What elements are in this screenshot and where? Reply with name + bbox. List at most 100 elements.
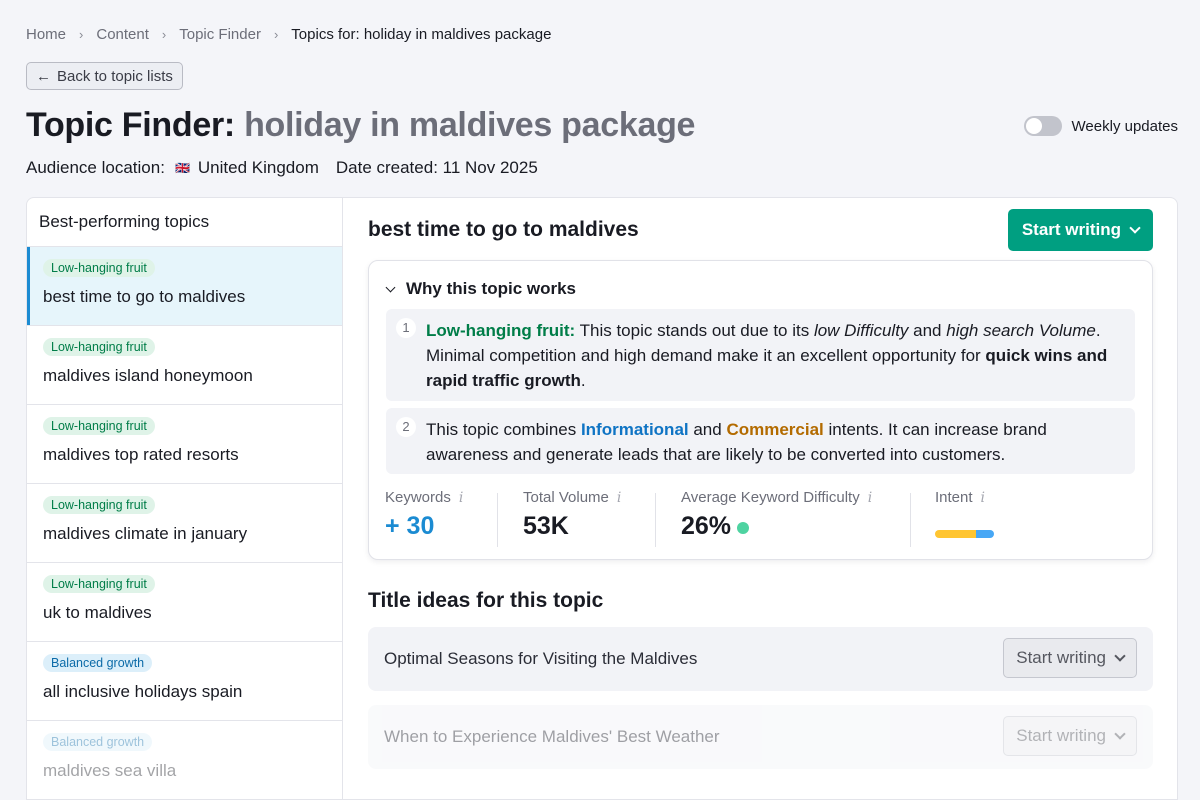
topic-name: uk to maldives [43,603,152,622]
volume-label: Total Volume [523,489,609,506]
reason-text: and [908,321,947,340]
why-topic-works-card: Why this topic works 1 Low-hanging fruit… [368,260,1153,560]
breadcrumb-home[interactable]: Home [26,26,66,43]
reason-emphasis: high search Volume [946,321,1096,340]
topic-item[interactable]: Low-hanging fruit uk to maldives [27,563,342,642]
topic-item[interactable]: Low-hanging fruit maldives climate in ja… [27,484,342,563]
reason-text: and [688,420,727,439]
breadcrumb-current: Topics for: holiday in maldives package [291,26,552,43]
topic-badge: Low-hanging fruit [43,496,155,514]
topic-item[interactable]: Balanced growth maldives sea villa [27,721,342,799]
toggle-switch[interactable] [1023,116,1062,136]
info-icon[interactable]: i [981,490,985,506]
topic-name: best time to go to maldives [43,287,246,306]
topic-name: maldives climate in january [43,524,248,543]
page-title: Topic Finder: holiday in maldives packag… [26,106,695,145]
intent-label: Intent [935,489,973,506]
topic-name: maldives top rated resorts [43,445,239,464]
topic-item[interactable]: Low-hanging fruit maldives island honeym… [27,326,342,405]
topic-item[interactable]: Balanced growth all inclusive holidays s… [27,642,342,721]
audience-label: Audience location: [26,158,165,177]
stat-divider [497,493,498,547]
topic-finder-panel: Best-performing topics Low-hanging fruit… [26,197,1178,800]
chevron-down-icon [1129,222,1141,234]
reason-label: Low-hanging fruit: [426,321,576,340]
topic-item[interactable]: Low-hanging fruit maldives top rated res… [27,405,342,484]
topic-meta: Audience location: 🇬🇧 United Kingdom Dat… [26,158,538,178]
chevron-right-icon: › [161,27,167,42]
chevron-down-icon [1114,728,1126,740]
page-title-query: holiday in maldives package [244,106,696,144]
difficulty-label: Average Keyword Difficulty [681,489,860,506]
topic-name: maldives island honeymoon [43,366,253,385]
why-heading: Why this topic works [406,279,577,298]
start-writing-button[interactable]: Start writing [1007,209,1153,251]
start-writing-label: Start writing [1016,648,1106,667]
weekly-updates-label: Weekly updates [1071,117,1178,135]
reason-item: 2 This topic combines Informational and … [386,408,1135,474]
topic-badge: Low-hanging fruit [43,338,155,356]
breadcrumb-topic-finder[interactable]: Topic Finder [179,26,261,43]
intent-informational-segment [976,530,994,538]
info-icon[interactable]: i [617,490,621,506]
toggle-knob [1025,118,1042,134]
intent-stat: Intent i [935,489,994,545]
chevron-right-icon: › [273,27,279,42]
title-idea-row: When to Experience Maldives' Best Weathe… [368,705,1153,769]
reason-number: 1 [396,318,416,338]
reason-text: This topic stands out due to its [575,321,814,340]
reason-item: 1 Low-hanging fruit: This topic stands o… [386,309,1135,401]
start-writing-label: Start writing [1021,220,1121,239]
volume-value: 53K [523,512,569,540]
topic-badge: Balanced growth [43,654,153,672]
chevron-right-icon: › [79,27,84,42]
start-writing-button[interactable]: Start writing [1003,638,1137,678]
title-idea-row: Optimal Seasons for Visiting the Maldive… [368,627,1153,691]
topic-detail: best time to go to maldives Start writin… [343,198,1177,799]
title-idea-text: When to Experience Maldives' Best Weathe… [384,727,720,746]
start-writing-button[interactable]: Start writing [1003,716,1137,756]
topic-badge: Low-hanging fruit [43,417,155,435]
keywords-stat: Keywords i + 30 [385,489,463,545]
intent-commercial-segment [935,530,977,538]
page-title-prefix: Topic Finder: [26,106,235,144]
uk-flag-icon: 🇬🇧 [174,161,190,175]
keywords-label: Keywords [385,489,451,506]
chevron-down-icon [1114,650,1126,662]
chevron-down-icon [385,282,396,292]
keywords-value[interactable]: + 30 [385,512,463,541]
reason-text: . [580,371,586,390]
back-button-label: Back to topic lists [57,67,173,85]
back-to-topic-lists-button[interactable]: ← Back to topic lists [26,62,183,90]
difficulty-value: 26% [681,512,732,540]
stat-divider [910,493,911,547]
why-topic-works-toggle[interactable]: Why this topic works [385,279,577,299]
topic-badge: Balanced growth [43,733,153,751]
info-icon[interactable]: i [868,490,872,506]
date-created: Date created: 11 Nov 2025 [335,158,538,177]
topic-item[interactable]: Low-hanging fruit best time to go to mal… [27,247,342,326]
breadcrumb-content[interactable]: Content [96,26,149,43]
intent-commercial-link[interactable]: Commercial [726,420,823,439]
topic-badge: Low-hanging fruit [43,575,155,593]
difficulty-level-dot [737,521,750,534]
breadcrumb: Home › Content › Topic Finder › Topics f… [26,26,551,43]
topic-stats: Keywords i + 30 Total Volume i 53K Average… [369,489,1152,549]
selected-topic-heading: best time to go to maldives [368,218,639,241]
topic-name: all inclusive holidays spain [43,682,243,701]
topic-name: maldives sea villa [43,761,177,780]
reason-number: 2 [396,417,416,437]
start-writing-label: Start writing [1016,726,1106,745]
audience-value: United Kingdom [197,158,319,177]
volume-stat: Total Volume i 53K [523,489,621,545]
topics-sidebar: Best-performing topics Low-hanging fruit… [27,198,343,799]
intent-bar[interactable] [935,530,994,538]
intent-informational-link[interactable]: Informational [581,420,689,439]
difficulty-stat: Average Keyword Difficulty i 26% [681,489,872,545]
reason-text: This topic combines [426,420,581,439]
arrow-left-icon: ← [36,67,51,85]
info-icon[interactable]: i [459,490,463,506]
weekly-updates-toggle[interactable]: Weekly updates [1023,116,1178,136]
title-ideas-heading: Title ideas for this topic [368,589,604,612]
reason-emphasis: low Difficulty [813,321,909,340]
